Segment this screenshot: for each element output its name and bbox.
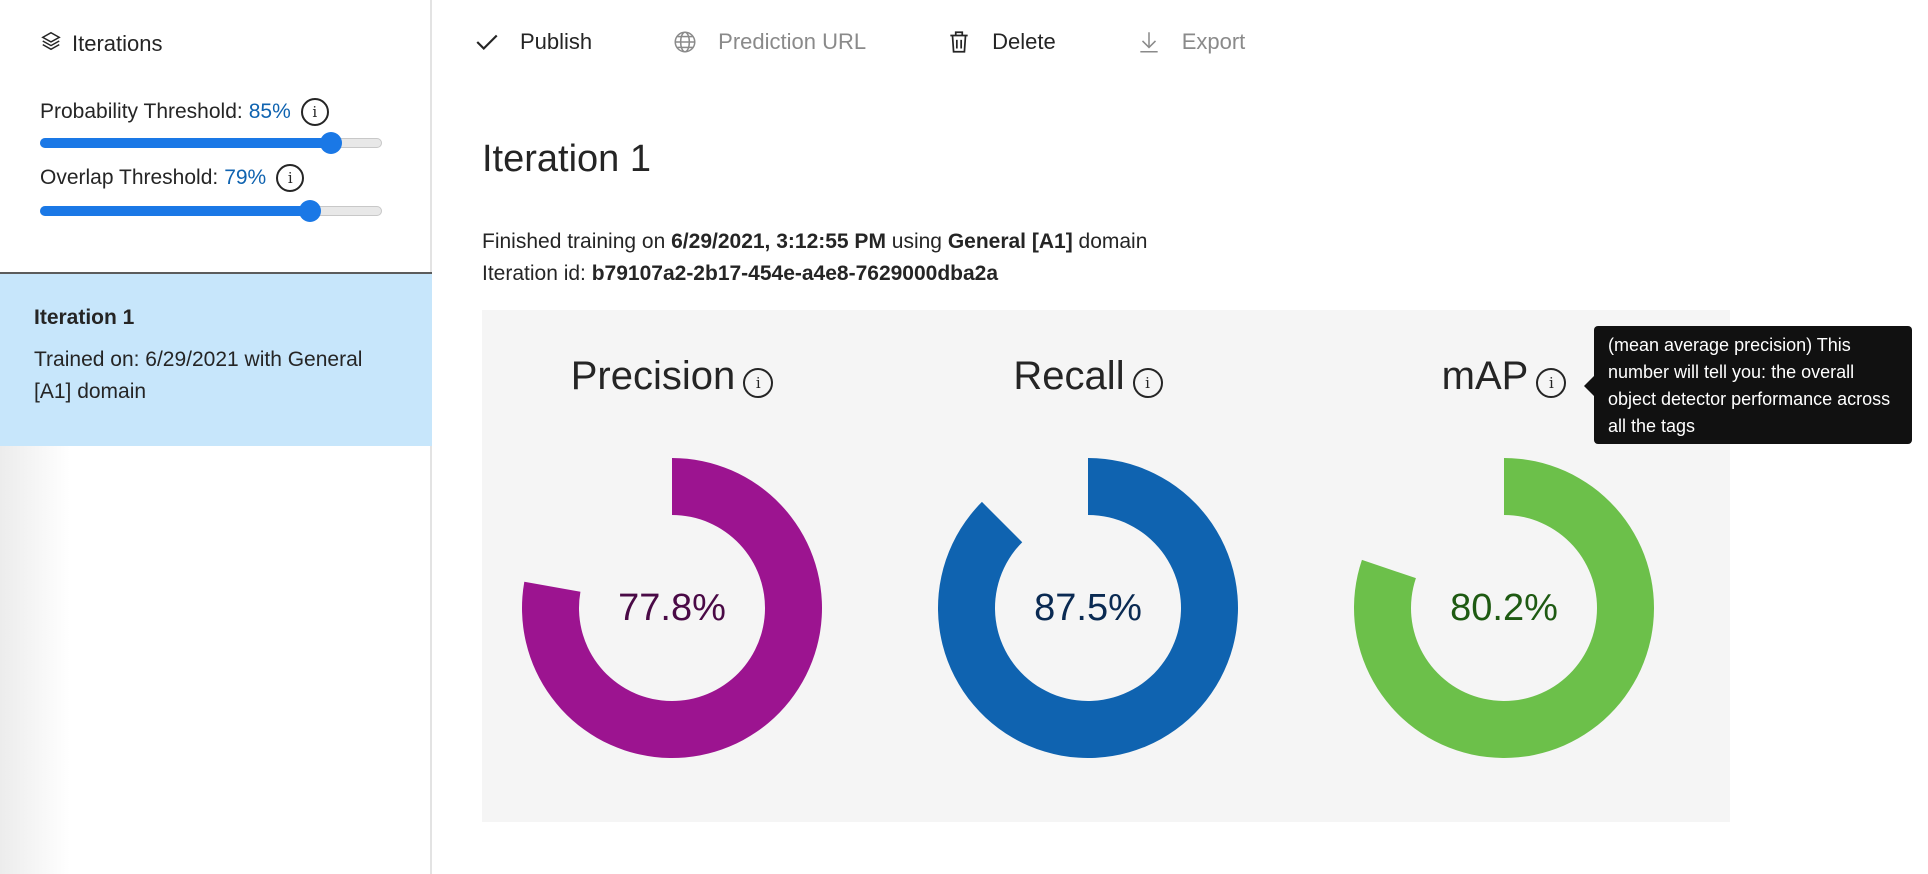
training-info: Finished training on 6/29/2021, 3:12:55 …: [482, 230, 1147, 254]
download-icon: [1140, 32, 1158, 53]
training-suffix: domain: [1072, 230, 1148, 253]
map-tooltip: (mean average precision) This number wil…: [1594, 326, 1912, 444]
globe-icon: [674, 31, 696, 53]
overlap-threshold-slider[interactable]: [40, 200, 382, 222]
training-date: 6/29/2021, 3:12:55 PM: [671, 230, 886, 253]
probability-threshold-slider[interactable]: [40, 132, 382, 154]
map-donut: 80.2%: [1354, 458, 1654, 758]
iteration-item-description: Trained on: 6/29/2021 with General [A1] …: [34, 348, 363, 403]
training-domain: General [A1]: [947, 230, 1073, 253]
iterations-header: Iterations: [40, 30, 163, 58]
metric-title: Precision i: [482, 354, 862, 399]
training-mid: using: [885, 230, 948, 253]
checkmark-icon: [476, 34, 498, 51]
delete-button[interactable]: Delete: [946, 29, 1056, 55]
probability-threshold-label: Probability Threshold: 85% i: [40, 98, 329, 126]
probability-threshold-text: Probability Threshold:: [40, 100, 243, 123]
info-icon[interactable]: i: [1536, 367, 1567, 398]
prediction-url-button[interactable]: Prediction URL: [672, 29, 866, 55]
metric-name: Precision: [570, 354, 736, 398]
prediction-url-label: Prediction URL: [718, 29, 867, 54]
donut-value: 80.2%: [1450, 586, 1558, 629]
metrics-panel: Precision i 77.8% Recall i 87.5% mAP i 8…: [482, 310, 1730, 822]
slider-fill: [40, 138, 331, 148]
info-icon[interactable]: i: [743, 367, 774, 398]
trash-icon: [950, 31, 968, 53]
iteration-id-prefix: Iteration id:: [482, 262, 592, 285]
iterations-label: Iterations: [72, 31, 163, 56]
probability-threshold-value: 85%: [248, 100, 291, 123]
slider-thumb[interactable]: [299, 200, 322, 222]
app-root: Iterations Probability Threshold: 85% i …: [0, 0, 1928, 874]
donut-value: 77.8%: [618, 586, 726, 629]
layers-icon: [40, 30, 62, 58]
toolbar: Publish Prediction URL Delete Export: [474, 24, 1325, 60]
training-prefix: Finished training on: [482, 230, 672, 253]
precision-metric: Precision i 77.8%: [482, 310, 862, 822]
recall-metric: Recall i 87.5%: [898, 310, 1278, 822]
donut-value: 87.5%: [1034, 586, 1142, 629]
metric-name: mAP: [1441, 354, 1529, 398]
overlap-threshold-text: Overlap Threshold:: [40, 166, 219, 189]
export-button[interactable]: Export: [1136, 29, 1246, 55]
recall-donut: 87.5%: [938, 458, 1238, 758]
sidebar: Iterations Probability Threshold: 85% i …: [0, 0, 432, 874]
publish-button[interactable]: Publish: [474, 29, 592, 55]
sidebar-fade: [0, 446, 70, 874]
publish-label: Publish: [520, 29, 593, 54]
info-icon[interactable]: i: [1132, 367, 1163, 398]
info-icon[interactable]: i: [300, 98, 329, 126]
overlap-threshold-value: 79%: [224, 166, 267, 189]
info-icon[interactable]: i: [276, 164, 305, 192]
precision-donut: 77.8%: [522, 458, 822, 758]
slider-fill: [40, 206, 311, 216]
slider-thumb[interactable]: [319, 132, 342, 154]
page-title: Iteration 1: [482, 138, 651, 180]
iteration-list-item[interactable]: Iteration 1 Trained on: 6/29/2021 with G…: [0, 274, 432, 446]
export-label: Export: [1181, 29, 1246, 54]
iteration-id-line: Iteration id: b79107a2-2b17-454e-a4e8-76…: [482, 262, 998, 286]
metric-title: Recall i: [898, 354, 1278, 399]
overlap-threshold-label: Overlap Threshold: 79% i: [40, 164, 305, 192]
metric-name: Recall: [1013, 354, 1125, 398]
iteration-item-title: Iteration 1: [34, 306, 135, 329]
delete-label: Delete: [992, 29, 1056, 54]
iteration-id-value: b79107a2-2b17-454e-a4e8-7629000dba2a: [591, 262, 999, 285]
